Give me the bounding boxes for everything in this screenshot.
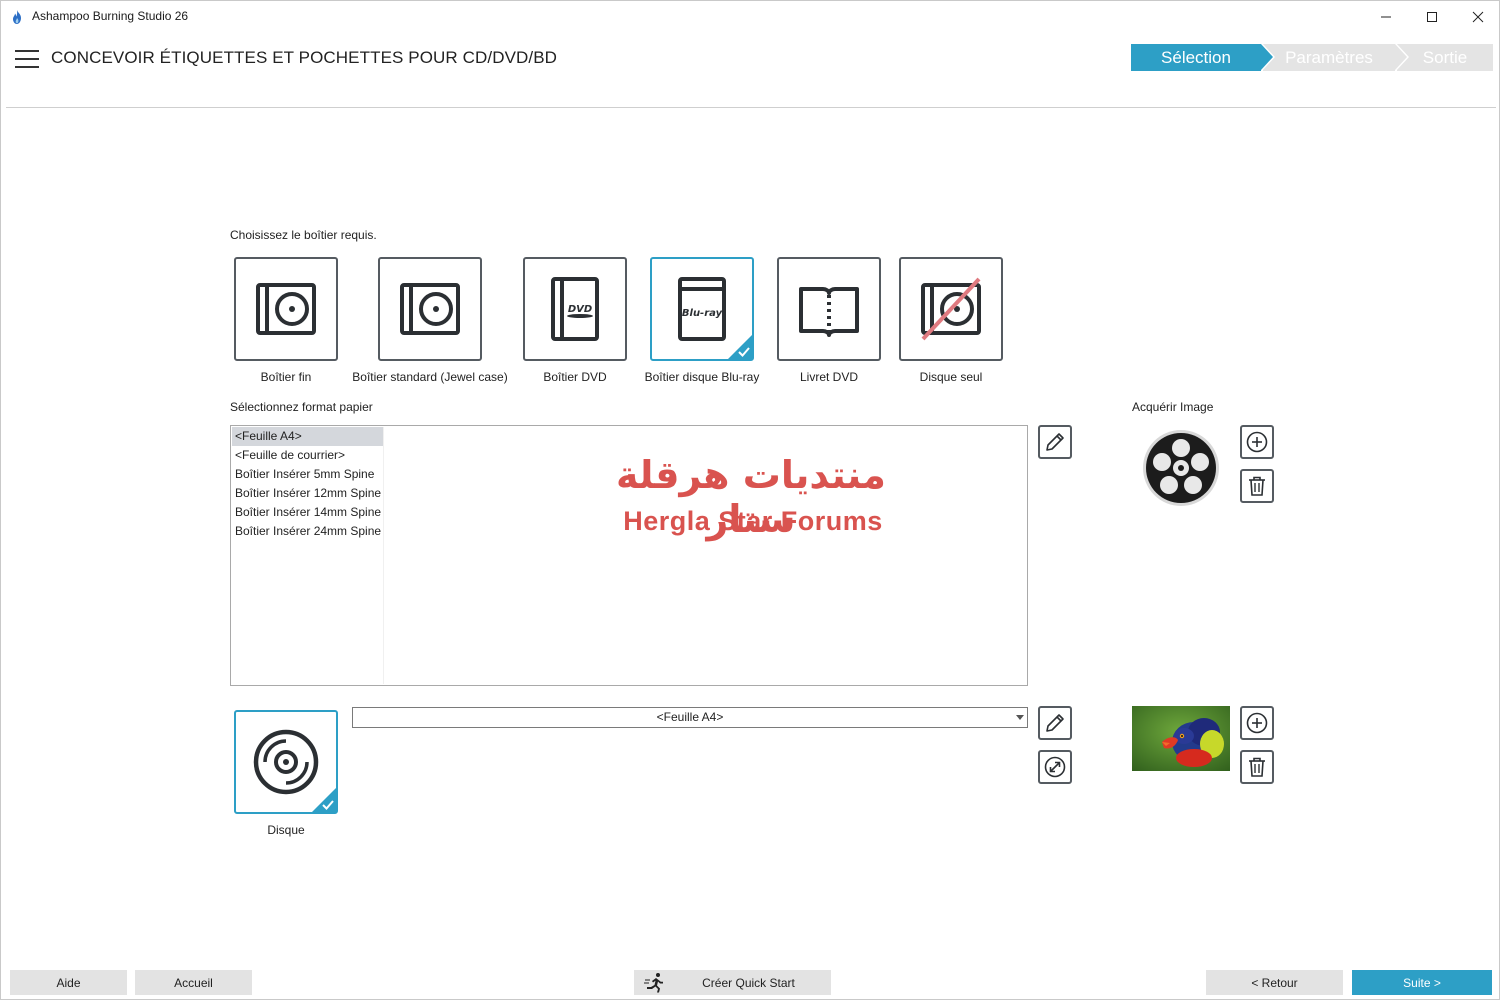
- quick-start-label: Créer Quick Start: [702, 975, 795, 990]
- title-bar: Ashampoo Burning Studio 26: [1, 1, 1499, 32]
- paper-format-list[interactable]: <Feuille A4> <Feuille de courrier> Boîti…: [232, 427, 384, 684]
- bluray-badge: Blu-ray: [682, 308, 723, 319]
- case-tile-dvd[interactable]: DVD: [523, 257, 627, 361]
- pencil-icon: [1046, 714, 1064, 732]
- back-button-label: < Retour: [1251, 975, 1298, 990]
- home-button-label: Accueil: [174, 975, 213, 990]
- disc-format-value: <Feuille A4>: [656, 710, 724, 724]
- edit-disc-button[interactable]: [1038, 706, 1072, 740]
- maximize-button[interactable]: [1409, 1, 1455, 32]
- add-image-button[interactable]: [1240, 425, 1274, 459]
- running-person-icon: [644, 973, 663, 993]
- maximize-icon: [1427, 11, 1437, 22]
- list-item[interactable]: Boîtier Insérer 24mm Spine: [232, 522, 383, 541]
- page-title: CONCEVOIR ÉTIQUETTES ET POCHETTES POUR C…: [51, 48, 558, 67]
- step-output-label: Sortie: [1422, 47, 1468, 67]
- checkmark-icon: [311, 787, 337, 813]
- list-item[interactable]: <Feuille de courrier>: [232, 446, 383, 465]
- minimize-icon: [1381, 16, 1391, 17]
- delete-image-button[interactable]: [1240, 469, 1274, 503]
- step-parameters-label: Paramètres: [1285, 47, 1373, 67]
- dvd-badge: DVD: [568, 304, 592, 315]
- case-tile-disc-only[interactable]: [899, 257, 1003, 361]
- slim-case-icon: [256, 283, 316, 335]
- parrot-photo: [1132, 706, 1230, 771]
- list-item[interactable]: Boîtier Insérer 5mm Spine: [232, 465, 383, 484]
- trash-icon: [1249, 476, 1265, 496]
- list-item[interactable]: Boîtier Insérer 14mm Spine: [232, 503, 383, 522]
- chevron-down-icon: [1016, 715, 1024, 720]
- back-button[interactable]: < Retour: [1206, 970, 1343, 995]
- case-label-disc-only: Disque seul: [919, 370, 983, 384]
- paper-prompt: Sélectionnez format papier: [230, 400, 373, 414]
- case-tile-bluray[interactable]: Blu-ray: [650, 257, 754, 361]
- delete-disc-image-button[interactable]: [1240, 750, 1274, 784]
- plus-circle-icon: [1246, 431, 1268, 453]
- resize-disc-button[interactable]: [1038, 750, 1072, 784]
- dvd-case-icon: DVD: [551, 277, 599, 341]
- case-prompt: Choisissez le boîtier requis.: [230, 228, 377, 242]
- step-output: Sortie: [1397, 44, 1493, 71]
- disc-tile[interactable]: [234, 710, 338, 814]
- case-label-booklet: Livret DVD: [799, 370, 859, 384]
- case-tile-jewel[interactable]: [378, 257, 482, 361]
- case-label-dvd: Boîtier DVD: [543, 370, 607, 384]
- disc-label: Disque: [267, 823, 305, 837]
- plus-circle-icon: [1246, 712, 1268, 734]
- home-button[interactable]: Accueil: [135, 970, 252, 995]
- next-button-label: Suite >: [1403, 975, 1441, 990]
- step-selection: Sélection: [1131, 43, 1275, 71]
- edit-paper-button[interactable]: [1038, 425, 1072, 459]
- close-button[interactable]: [1455, 1, 1500, 32]
- help-button-label: Aide: [56, 975, 81, 990]
- list-item[interactable]: <Feuille A4>: [232, 427, 383, 446]
- trash-icon: [1249, 757, 1265, 777]
- flame-icon: [13, 10, 21, 24]
- booklet-icon: [799, 287, 859, 337]
- jewel-case-icon: [400, 283, 460, 335]
- case-tile-booklet[interactable]: [777, 257, 881, 361]
- hamburger-menu-icon[interactable]: [15, 49, 39, 69]
- wizard-steps: Sélection Paramètres Sortie: [1131, 43, 1493, 71]
- case-label-slim: Boîtier fin: [260, 370, 312, 384]
- case-label-bluray: Boîtier disque Blu-ray: [644, 370, 760, 384]
- disc-only-icon: [921, 277, 981, 341]
- add-disc-image-button[interactable]: [1240, 706, 1274, 740]
- film-reel-icon: [1143, 430, 1219, 506]
- header-divider: [6, 107, 1496, 108]
- quick-start-button[interactable]: Créer Quick Start: [634, 970, 831, 995]
- case-tile-slim[interactable]: [234, 257, 338, 361]
- close-icon: [1472, 11, 1484, 22]
- step-selection-label: Sélection: [1161, 47, 1231, 67]
- acquire-image-label: Acquérir Image: [1132, 400, 1214, 414]
- app-window: Ashampoo Burning Studio 26 CONCEVOIR ÉTI…: [0, 0, 1500, 1000]
- minimize-button[interactable]: [1363, 1, 1409, 32]
- list-item[interactable]: Boîtier Insérer 12mm Spine: [232, 484, 383, 503]
- expand-circle-icon: [1044, 756, 1066, 778]
- watermark-english: Hergla Star Forums: [623, 506, 883, 536]
- pencil-icon: [1046, 433, 1064, 451]
- next-button[interactable]: Suite >: [1352, 970, 1492, 995]
- help-button[interactable]: Aide: [10, 970, 127, 995]
- window-title: Ashampoo Burning Studio 26: [32, 9, 189, 23]
- step-parameters: Paramètres: [1263, 43, 1409, 71]
- disc-format-select[interactable]: <Feuille A4>: [352, 707, 1028, 728]
- case-label-jewel: Boîtier standard (Jewel case): [352, 370, 508, 384]
- checkmark-icon: [727, 334, 753, 360]
